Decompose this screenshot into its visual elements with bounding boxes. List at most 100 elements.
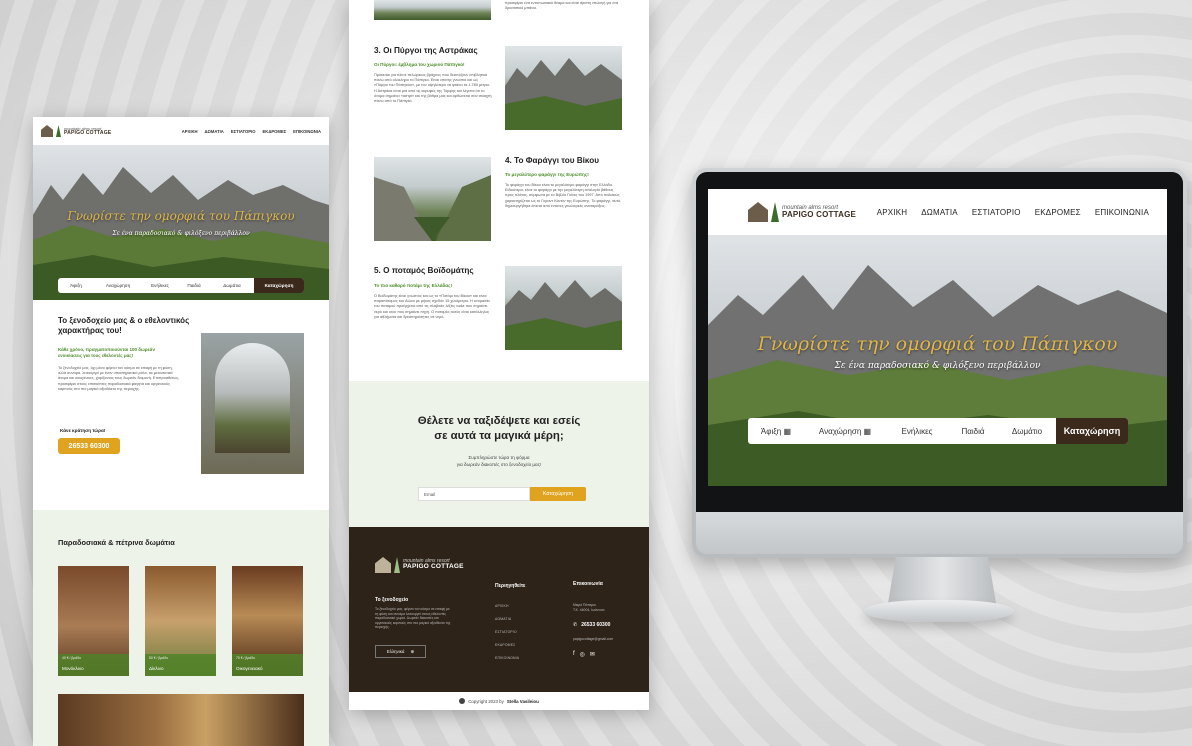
facebook-icon[interactable]: f xyxy=(573,651,575,658)
newsletter-text-line-2: για δωρεάν διακοπές στο ξενοδοχείο μας! xyxy=(456,462,542,467)
footer-link-restaurant[interactable]: ΕΣΤΙΑΤΟΡΙΟ xyxy=(495,630,517,634)
newsletter-title-line-2: σε αυτά τα μαγικά μέρη; xyxy=(434,430,564,442)
departure-label: Αναχώρηση xyxy=(818,426,862,436)
about-highlight: Κάθε χρόνο, πραγματοποιούνται 100 δωρεάν… xyxy=(58,347,155,358)
footer-link-rooms[interactable]: ΔΩΜΑΤΙΑ xyxy=(495,617,511,621)
excursions-page-mockup: προσφέρει ένα εντυπωσιακό θέαμα και είνα… xyxy=(349,0,649,710)
book-button[interactable]: Καταχώρηση xyxy=(1056,418,1128,444)
spot-photo xyxy=(505,266,622,350)
spot-2-text-end: προσφέρει ένα εντυπωσιακό θέαμα και είνα… xyxy=(505,1,619,11)
adults-field[interactable]: Ενήλικες xyxy=(142,283,178,288)
newsletter-title-line-1: Θέλετε να ταξιδέψετε και εσείς xyxy=(417,415,581,427)
menu-item-contact[interactable]: ΕΠΙΚΟΙΝΩΝΙΑ xyxy=(1095,208,1149,217)
menu-item-trips[interactable]: ΕΚΔΡΟΜΕΣ xyxy=(1035,208,1081,217)
spot-title: 3. Οι Πύργοι της Αστράκας xyxy=(374,46,478,55)
site-logo[interactable]: mountain alms resort PAPIGO COTTAGE xyxy=(748,202,856,222)
logo-name: PAPIGO COTTAGE xyxy=(782,210,857,219)
hero-title: Γνωρίστε την ομορφιά του Πάπιγκου xyxy=(67,209,295,223)
calendar-icon: ▦ xyxy=(863,426,872,436)
globe-icon: ⊕ xyxy=(410,648,415,654)
room-card-double[interactable]: Δίκλινο 50 € / βράδυ xyxy=(145,566,216,676)
menu-item-restaurant[interactable]: ΕΣΤΙΑΤΟΡΙΟ xyxy=(231,129,256,134)
footer-about-text: Το ξενοδοχείο μας, φέρνει τον κόσμο σε ε… xyxy=(375,607,451,630)
room-card-family[interactable]: Οικογενειακό 70 € / βράδυ xyxy=(232,566,303,676)
menu-item-contact[interactable]: ΕΠΙΚΟΙΝΩΝΙΑ xyxy=(293,129,321,134)
main-menu: ΑΡΧΙΚΗ ΔΩΜΑΤΙΑ ΕΣΤΙΑΤΟΡΙΟ ΕΚΔΡΟΜΕΣ ΕΠΙΚΟ… xyxy=(877,208,1149,217)
language-selector[interactable]: Ελληνικά ⊕ xyxy=(375,645,426,658)
menu-item-home[interactable]: ΑΡΧΙΚΗ xyxy=(877,208,908,217)
desktop-page: mountain alms resort PAPIGO COTTAGE ΑΡΧΙ… xyxy=(708,189,1167,486)
book-button[interactable]: Καταχώρηση xyxy=(254,278,304,293)
menu-item-rooms[interactable]: ΔΩΜΑΤΙΑ xyxy=(921,208,958,217)
newsletter-section: Θέλετε να ταξιδέψετε και εσείς σε αυτά τ… xyxy=(349,381,649,527)
language-label: Ελληνικά xyxy=(386,649,405,654)
tree-icon xyxy=(771,202,779,222)
rooms-field[interactable]: Δωμάτια xyxy=(210,283,254,288)
hero-section: Γνωρίστε την ομορφιά του Πάπιγκου Σε ένα… xyxy=(708,235,1167,486)
submit-button[interactable]: Καταχώρηση xyxy=(530,487,586,501)
adults-field[interactable]: Ενήλικες xyxy=(886,427,948,436)
mail-icon[interactable]: ✉ xyxy=(590,651,595,658)
footer-nav-title: Περιηγηθείτε xyxy=(495,583,526,589)
spot-subtitle: Το πιο καθαρό ποτάμι της Ελλάδας! xyxy=(374,283,453,288)
house-icon xyxy=(375,557,391,573)
booking-bar: Άφιξη ▦ Αναχώρηση ▦ Ενήλικες Παιδιά Δωμά… xyxy=(748,418,1128,444)
rooms-title: Παραδοσιακά & πέτρινα δωμάτια xyxy=(58,538,175,547)
newsletter-text: Συμπληρώστε τώρα τη φόρμα για δωρεάν δια… xyxy=(349,454,649,468)
footer-link-home[interactable]: ΑΡΧΙΚΗ xyxy=(495,604,509,608)
spot-photo xyxy=(374,157,491,241)
spot-text: Ο Βοϊδομάτης είναι γνωστός και ως το «Πο… xyxy=(374,294,490,319)
hero-subtitle: Σε ένα παραδοσιακό & φιλόξενο περιβάλλον xyxy=(112,230,250,237)
footer-link-contact[interactable]: ΕΠΙΚΟΙΝΩΝΙΑ xyxy=(495,656,519,660)
rooms-field[interactable]: Δωμάτιο xyxy=(998,427,1056,436)
room-price: 40 € / βράδυ xyxy=(62,656,82,660)
instagram-icon[interactable]: ◎ xyxy=(580,651,585,658)
top-nav: mountain alms resort PAPIGO COTTAGE ΑΡΧΙ… xyxy=(708,189,1167,235)
copyright-author: Stella Vasileiou xyxy=(506,698,539,704)
menu-item-restaurant[interactable]: ΕΣΤΙΑΤΟΡΙΟ xyxy=(972,208,1021,217)
monitor-base xyxy=(864,600,1014,622)
phone-button[interactable]: 26533 60300 xyxy=(58,438,120,454)
menu-item-rooms[interactable]: ΔΩΜΑΤΙΑ xyxy=(205,129,224,134)
arrival-field[interactable]: Άφιξη ▦ xyxy=(748,427,804,436)
spot-subtitle: Το μεγαλύτερο φαράγγι της Ευρώπης! xyxy=(505,172,589,177)
email-input[interactable]: Email xyxy=(418,487,530,501)
room-price: 50 € / βράδυ xyxy=(149,656,169,660)
footer-contact-title: Επικοινωνία xyxy=(573,581,603,587)
departure-field[interactable]: Αναχώρηση ▦ xyxy=(804,427,886,436)
spot-subtitle: Οι Πύργοι: έμβλημα του χωριού Πάπιγκο! xyxy=(374,62,465,67)
newsletter-title: Θέλετε να ταξιδέψετε και εσείς σε αυτά τ… xyxy=(349,414,649,444)
arrival-field[interactable]: Άφιξη xyxy=(58,283,94,288)
spot-photo xyxy=(505,46,622,130)
spot-title: 5. Ο ποταμός Βοϊδομάτης xyxy=(374,266,474,275)
hero-title: Γνωρίστε την ομορφιά του Πάπιγκου xyxy=(757,333,1118,355)
about-body: Το ξενοδοχείο μας, όχι μόνο φέρνει τον κ… xyxy=(58,366,180,391)
booking-cta: Κάνε κράτηση τώρα! xyxy=(60,428,106,433)
site-logo[interactable]: mountain alms resort PAPIGO COTTAGE xyxy=(41,125,111,137)
spot-text: Πρόκειται για πέντε πελώριους βράχους πο… xyxy=(374,73,492,104)
footer-logo[interactable]: mountain alms resort PAPIGO COTTAGE xyxy=(375,557,464,573)
booking-bar: Άφιξη Αναχώρηση Ενήλικες Παιδιά Δωμάτια … xyxy=(58,278,304,293)
menu-item-home[interactable]: ΑΡΧΙΚΗ xyxy=(182,129,198,134)
spot-title: 4. Το Φαράγγι του Βίκου xyxy=(505,156,599,165)
room-card-single[interactable]: Μονόκλινο 40 € / βράδυ xyxy=(58,566,129,676)
room-name: Δίκλινο xyxy=(149,666,164,671)
copyright-text: Copyright 2023 by xyxy=(468,698,504,704)
children-field[interactable]: Παιδιά xyxy=(178,283,210,288)
footer-email[interactable]: papigocottage@gmail.com xyxy=(573,637,613,642)
room-interior-photo xyxy=(58,694,304,746)
copyright-icon xyxy=(459,698,466,704)
room-name: Μονόκλινο xyxy=(62,666,84,671)
departure-field[interactable]: Αναχώρηση xyxy=(94,283,142,288)
rooms-section: Παραδοσιακά & πέτρινα δωμάτια Μονόκλινο … xyxy=(33,510,329,746)
footer-phone[interactable]: 26533 60300 xyxy=(581,622,610,628)
children-field[interactable]: Παιδιά xyxy=(948,427,998,436)
desktop-monitor-mockup: mountain alms resort PAPIGO COTTAGE ΑΡΧΙ… xyxy=(692,168,1187,558)
hero-subtitle: Σε ένα παραδοσιακό & φιλόξενο περιβάλλον xyxy=(834,361,1041,371)
logo-name: PAPIGO COTTAGE xyxy=(403,563,464,571)
footer-link-trips[interactable]: ΕΚΔΡΟΜΕΣ xyxy=(495,643,515,647)
logo-name: PAPIGO COTTAGE xyxy=(64,129,112,136)
arrival-label: Άφιξη xyxy=(760,426,782,436)
footer-address-1: Μικρό Πάπιγκο xyxy=(573,603,596,607)
menu-item-trips[interactable]: ΕΚΔΡΟΜΕΣ xyxy=(263,129,287,134)
